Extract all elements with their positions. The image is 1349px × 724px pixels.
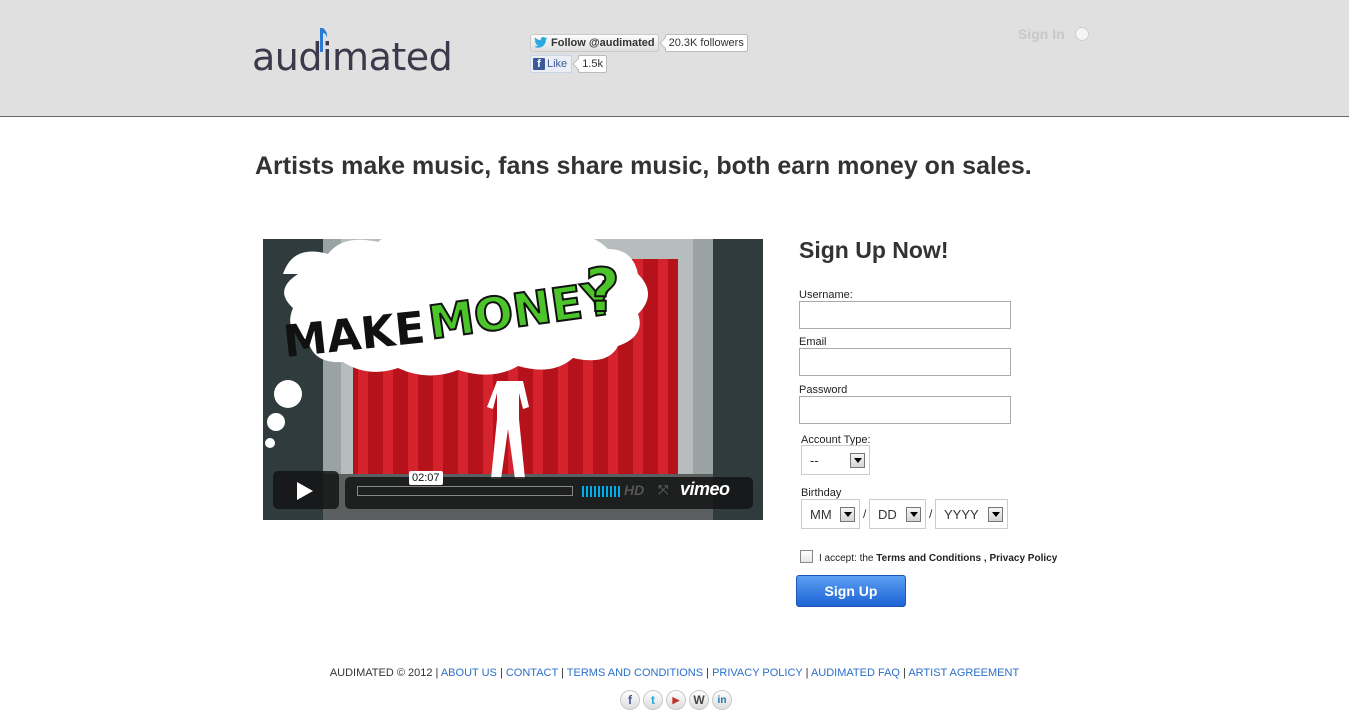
footer-link-privacy[interactable]: PRIVACY POLICY: [712, 667, 802, 679]
chevron-down-icon: [906, 507, 921, 522]
email-input[interactable]: [799, 348, 1011, 376]
twitter-bird-icon: [534, 37, 548, 48]
facebook-icon: f: [533, 58, 545, 70]
logo[interactable]: audimated: [252, 28, 453, 80]
password-input[interactable]: [799, 396, 1011, 424]
birthday-month-value: MM: [810, 507, 832, 522]
account-type-select[interactable]: --: [801, 445, 870, 475]
birthday-day-select[interactable]: DD: [869, 499, 926, 529]
youtube-icon[interactable]: ▶: [666, 690, 686, 710]
video-player[interactable]: MAKE MONEY ? 02:07 HD ⤧ vimeo: [263, 239, 763, 520]
chevron-down-icon: [988, 507, 1003, 522]
password-label: Password: [799, 384, 848, 396]
footer-link-contact[interactable]: CONTACT: [506, 667, 558, 679]
sign-in-toggle-icon[interactable]: [1074, 27, 1089, 41]
sign-in-link[interactable]: Sign In: [1018, 26, 1089, 42]
logo-text: audimated: [252, 35, 453, 79]
footer-link-terms[interactable]: TERMS AND CONDITIONS: [567, 667, 703, 679]
terms-checkbox[interactable]: [800, 549, 813, 563]
birthday-label: Birthday: [801, 487, 842, 499]
footer-social-icons: f t ▶ W in: [620, 690, 732, 710]
linkedin-icon[interactable]: in: [712, 690, 732, 710]
page-tagline: Artists make music, fans share music, bo…: [255, 152, 1032, 180]
birthday-year-value: YYYY: [944, 507, 979, 522]
site-footer: AUDIMATED © 2012 | ABOUT US | CONTACT | …: [329, 667, 1020, 679]
username-label: Username:: [799, 289, 853, 301]
facebook-like-button[interactable]: f Like: [530, 55, 573, 73]
footer-link-about[interactable]: ABOUT US: [441, 667, 497, 679]
copyright: AUDIMATED © 2012: [329, 667, 433, 679]
birthday-day-value: DD: [878, 507, 897, 522]
fullscreen-icon[interactable]: ⤧: [658, 482, 668, 498]
date-separator: /: [863, 507, 867, 521]
vimeo-logo[interactable]: vimeo: [680, 479, 730, 500]
video-title-question: ?: [585, 256, 620, 326]
footer-link-artist-agreement[interactable]: ARTIST AGREEMENT: [908, 667, 1019, 679]
video-control-bar: 02:07 HD ⤧ vimeo: [345, 471, 753, 509]
date-separator: /: [929, 507, 933, 521]
play-button[interactable]: [273, 471, 339, 509]
site-header: audimated Follow @audimated 20.3K follow…: [0, 0, 1349, 117]
facebook-icon[interactable]: f: [620, 690, 640, 710]
sign-in-label: Sign In: [1018, 26, 1065, 42]
privacy-link[interactable]: Privacy Policy: [989, 553, 1057, 564]
twitter-icon[interactable]: t: [643, 690, 663, 710]
play-icon: [297, 482, 313, 500]
wordpress-icon[interactable]: W: [689, 690, 709, 710]
twitter-followers-count: 20.3K followers: [664, 34, 748, 52]
terms-agreement: I accept: the Terms and Conditions , Pri…: [800, 548, 1057, 564]
footer-link-faq[interactable]: AUDIMATED FAQ: [811, 667, 900, 679]
account-type-value: --: [810, 453, 819, 468]
username-input[interactable]: [799, 301, 1011, 329]
birthday-month-select[interactable]: MM: [801, 499, 860, 529]
chevron-down-icon: [850, 453, 865, 468]
sign-up-button[interactable]: Sign Up: [796, 575, 906, 607]
signup-title: Sign Up Now!: [799, 237, 949, 263]
agree-prefix: I accept: the: [819, 553, 874, 564]
social-buttons: Follow @audimated 20.3K followers f Like…: [530, 34, 748, 76]
facebook-like-count: 1.5k: [578, 55, 607, 73]
facebook-like-label: Like: [547, 58, 568, 70]
twitter-follow-label: Follow @audimated: [551, 37, 655, 49]
video-controls: 02:07 HD ⤧ vimeo: [273, 471, 753, 509]
twitter-follow-button[interactable]: Follow @audimated: [530, 34, 659, 52]
terms-comma: ,: [983, 553, 987, 564]
volume-icon[interactable]: [582, 486, 620, 497]
birthday-year-select[interactable]: YYYY: [935, 499, 1008, 529]
chevron-down-icon: [840, 507, 855, 522]
video-timeline[interactable]: [357, 486, 573, 496]
email-label: Email: [799, 336, 827, 348]
video-time: 02:07: [409, 471, 443, 485]
hd-toggle[interactable]: HD: [624, 482, 644, 498]
terms-link[interactable]: Terms and Conditions: [876, 553, 981, 564]
